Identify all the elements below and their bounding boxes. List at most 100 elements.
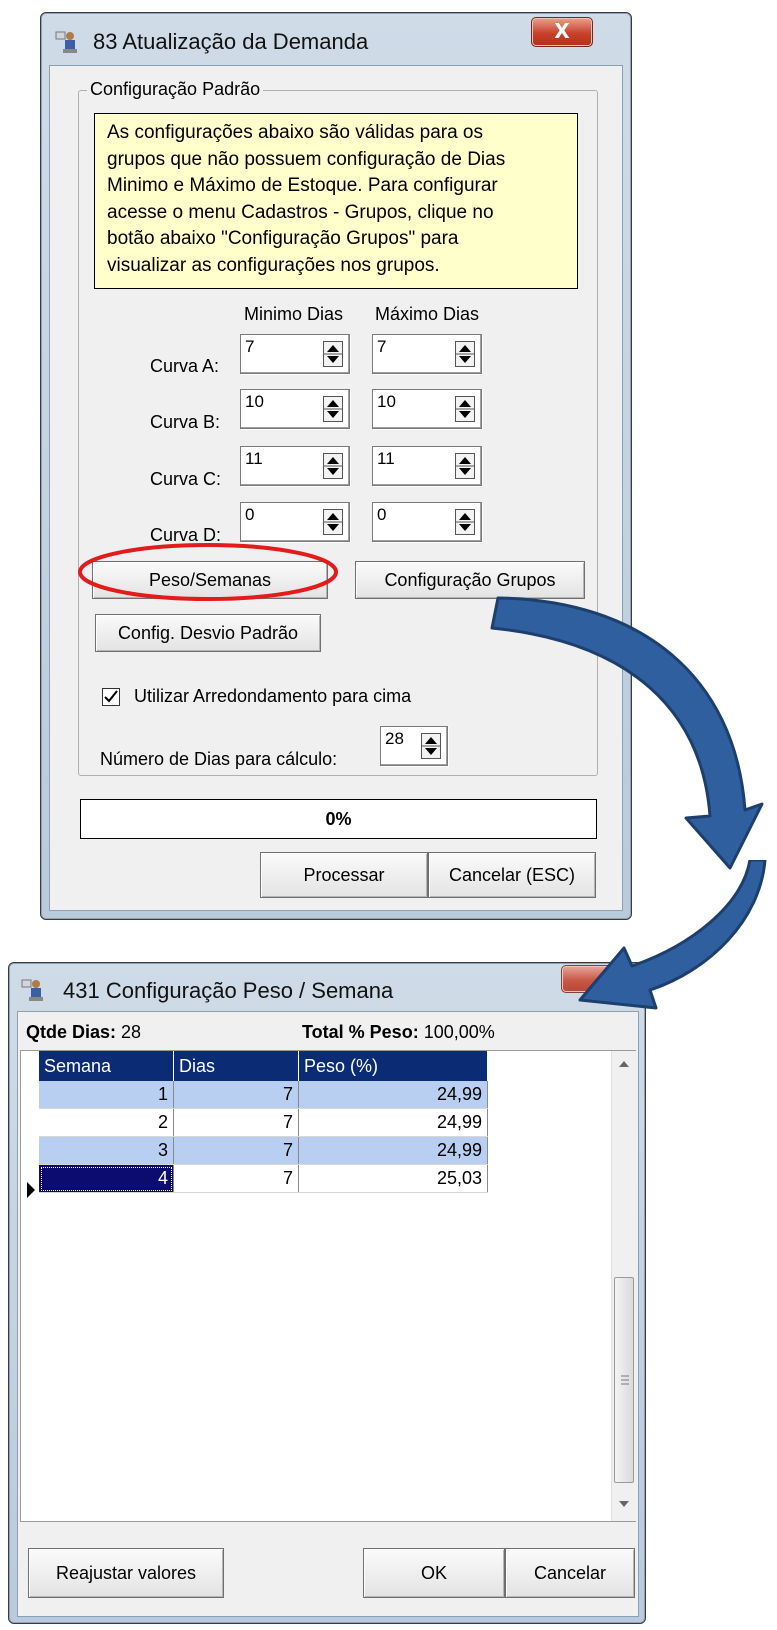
cell-dias[interactable]: 7	[173, 1164, 299, 1193]
spin-arrows-icon[interactable]	[455, 453, 475, 479]
note-line: grupos que não possuem configuração de D…	[107, 148, 506, 170]
column-header-dias[interactable]: Dias	[173, 1051, 299, 1081]
cell-dias[interactable]: 7	[173, 1136, 299, 1165]
curva-d-max-spinner[interactable]: 0	[372, 502, 482, 542]
spin-arrows-icon[interactable]	[323, 509, 343, 535]
cancelar-label: Cancelar	[533, 1563, 607, 1583]
note-line: As configurações abaixo são válidas para…	[107, 122, 484, 143]
table-row[interactable]: 2 7 24,99	[39, 1108, 488, 1137]
qtde-dias: Qtde Dias: 28	[26, 1022, 141, 1043]
table-row[interactable]: 1 7 24,99	[39, 1081, 488, 1109]
app-icon	[21, 979, 43, 1001]
spin-arrows-icon[interactable]	[323, 341, 343, 367]
cell-peso[interactable]: 24,99	[298, 1108, 488, 1137]
cell-semana[interactable]: 3	[39, 1136, 174, 1165]
note-line: botão abaixo "Configuração Grupos" para	[107, 228, 459, 249]
spinner-value: 10	[377, 392, 396, 411]
cell-peso[interactable]: 25,03	[298, 1164, 488, 1193]
col-header-max: Máximo Dias	[375, 304, 480, 324]
info-note: As configurações abaixo são válidas para…	[94, 113, 578, 289]
processar-label: Processar	[303, 865, 385, 885]
close-icon: X	[554, 19, 570, 43]
weeks-table: Semana Dias Peso (%) 1 7 24,99 2 7 24,99	[39, 1051, 488, 1193]
total-peso-label: Total % Peso:	[302, 1022, 419, 1042]
curva-b-label: Curva B:	[150, 412, 221, 432]
cell-semana[interactable]: 2	[39, 1108, 174, 1137]
column-header-peso[interactable]: Peso (%)	[298, 1051, 488, 1081]
spinner-value: 11	[377, 449, 395, 468]
spin-arrows-icon[interactable]	[455, 509, 475, 535]
cell-semana[interactable]: 1	[39, 1081, 174, 1109]
highlight-ellipse	[78, 543, 338, 601]
spinner-value: 0	[377, 505, 387, 524]
title-bar[interactable]: 83 Atualização da Demanda X	[41, 13, 631, 71]
current-row-indicator-icon	[27, 1182, 35, 1198]
note-line: acesse o menu Cadastros - Grupos, clique…	[107, 201, 494, 223]
curva-c-label: Curva C:	[150, 469, 222, 489]
group-title: Configuração Padrão	[87, 79, 264, 100]
note-line: visualizar as configurações nos grupos.	[107, 254, 440, 276]
cell-dias[interactable]: 7	[173, 1108, 299, 1137]
cell-peso[interactable]: 24,99	[298, 1136, 488, 1165]
curva-b-max-spinner[interactable]: 10	[372, 389, 482, 429]
cell-peso[interactable]: 24,99	[298, 1081, 488, 1109]
curva-b-min-spinner[interactable]: 10	[240, 389, 350, 429]
window-title: 431 Configuração Peso / Semana	[63, 978, 394, 1003]
spin-arrows-icon[interactable]	[455, 341, 475, 367]
curva-c-max-spinner[interactable]: 11	[372, 446, 482, 486]
curva-a-label: Curva A:	[150, 356, 220, 376]
total-peso-value: 100,00%	[423, 1022, 495, 1042]
table-row[interactable]: 3 7 24,99	[39, 1136, 488, 1165]
spin-arrows-icon[interactable]	[421, 733, 441, 759]
app-icon	[55, 31, 77, 53]
column-header-semana[interactable]: Semana	[39, 1051, 174, 1081]
scroll-down-icon[interactable]	[618, 1499, 630, 1509]
curva-d-min-spinner[interactable]: 0	[240, 502, 350, 542]
reajustar-valores-label: Reajustar valores	[55, 1563, 197, 1583]
note-line: Minimo e Máximo de Estoque. Para configu…	[107, 175, 498, 196]
grip-icon	[621, 1375, 629, 1385]
scroll-up-icon[interactable]	[618, 1059, 630, 1069]
cell-dias[interactable]: 7	[173, 1081, 299, 1109]
spinner-value: 7	[377, 337, 387, 356]
close-button[interactable]: X	[531, 17, 593, 47]
reajustar-valores-button[interactable]: Reajustar valores	[28, 1548, 224, 1598]
button-bar: Reajustar valores OK Cancelar	[18, 1524, 638, 1616]
progress-text: 0%	[325, 809, 352, 829]
cell-semana[interactable]: 4	[39, 1164, 174, 1193]
vertical-scrollbar[interactable]	[611, 1051, 636, 1521]
round-up-label: Utilizar Arredondamento para cima	[134, 686, 412, 706]
dialog-client-area: Qtde Dias: 28 Total % Peso: 100,00% Sema…	[17, 1011, 639, 1617]
curva-a-min-spinner[interactable]: 7	[240, 334, 350, 374]
ok-label: OK	[420, 1563, 447, 1583]
config-desvio-padrao-label: Config. Desvio Padrão	[117, 623, 299, 643]
ok-button[interactable]: OK	[363, 1548, 505, 1598]
scrollbar-thumb[interactable]	[614, 1277, 634, 1483]
spinner-value: 0	[245, 505, 255, 524]
spinner-value: 11	[245, 449, 263, 468]
spinner-value: 28	[385, 729, 404, 748]
table-header-row: Semana Dias Peso (%)	[39, 1051, 488, 1081]
spinner-value: 7	[245, 337, 255, 356]
spin-arrows-icon[interactable]	[323, 453, 343, 479]
curva-a-max-spinner[interactable]: 7	[372, 334, 482, 374]
cancelar-button[interactable]: Cancelar	[505, 1548, 635, 1598]
config-desvio-padrao-button[interactable]: Config. Desvio Padrão	[95, 614, 321, 652]
round-up-checkbox[interactable]	[102, 688, 120, 706]
peso-semana-window: 431 Configuração Peso / Semana Qtde Dias…	[8, 962, 646, 1624]
peso-semana-grid[interactable]: Semana Dias Peso (%) 1 7 24,99 2 7 24,99	[20, 1050, 636, 1522]
checkmark-icon	[104, 690, 118, 703]
qtde-dias-label: Qtde Dias:	[26, 1022, 117, 1042]
num-dias-spinner[interactable]: 28	[380, 726, 448, 766]
col-header-min: Minimo Dias	[244, 304, 344, 324]
window-title: 83 Atualização da Demanda	[93, 29, 369, 54]
annotation-arrow-tail	[578, 860, 767, 1010]
spin-arrows-icon[interactable]	[455, 396, 475, 422]
annotation-arrow	[490, 596, 764, 870]
processar-button[interactable]: Processar	[260, 852, 428, 898]
qtde-dias-value: 28	[121, 1022, 142, 1042]
num-dias-label: Número de Dias para cálculo:	[100, 749, 338, 769]
curva-c-min-spinner[interactable]: 11	[240, 446, 350, 486]
spin-arrows-icon[interactable]	[323, 396, 343, 422]
table-row-selected[interactable]: 4 7 25,03	[39, 1164, 488, 1193]
